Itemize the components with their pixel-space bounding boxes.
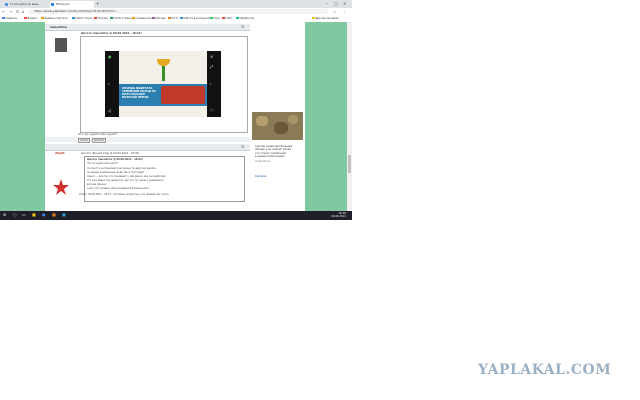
quote-line: Он просто не понимает как можно по-друго…: [87, 167, 156, 170]
taskbar: ⊞ ○ ▭ ■ ● ■ ■ 18:36 09.06.2021: [0, 211, 352, 220]
close-video-icon[interactable]: ×: [210, 54, 213, 59]
post-options-icon[interactable]: ⚙: [241, 24, 245, 29]
tab-golosuyte[interactable]: Голосуйте за ваш...: [4, 1, 48, 8]
star-bookmark-icon[interactable]: ☆: [333, 9, 337, 14]
trophy-icon: [157, 59, 170, 66]
reply-button[interactable]: Ответ: [78, 137, 91, 143]
post-options-icon[interactable]: ⚙: [241, 144, 245, 149]
minimize-icon[interactable]: –: [326, 1, 328, 6]
tab-strip: Голосуйте за ваш... ЯПлакал + – □ ×: [0, 0, 352, 8]
sidebar-link: Подробнее: [255, 159, 271, 163]
brand-logo-icon: ●: [108, 54, 112, 59]
red-star-avatar-icon: [53, 179, 69, 195]
quote-line: Цитата (nanodrive @ 09.06.2021 - 18:22): [87, 158, 143, 161]
maximize-icon[interactable]: □: [334, 1, 338, 6]
tab-label: Голосуйте за ваш...: [10, 2, 41, 6]
tab-label: ЯПлакал: [56, 2, 70, 6]
quote-line: всё как обычно: [87, 183, 107, 186]
bookmark-icon: [168, 16, 171, 20]
system-clock[interactable]: 18:36 09.06.2021: [331, 212, 346, 219]
file-explorer-icon[interactable]: ■: [32, 212, 36, 217]
prev-icon[interactable]: ‹: [108, 81, 110, 86]
menu-icon[interactable]: ⋮: [342, 9, 346, 14]
post-header: nanodrive ⚙: [45, 24, 250, 31]
video-frame: ХОЧЕШЬ ВЫИГРАТЬ СЕМЕЙНЫЙ ПОХОД НА МАТЧ Р…: [119, 51, 207, 117]
expand-icon[interactable]: ⤢: [210, 64, 213, 69]
search-icon[interactable]: ○: [13, 212, 17, 217]
tab-favicon-icon: [5, 3, 8, 6]
right-green-margin: [305, 22, 352, 211]
post-footer: Ответ Цитата: [45, 137, 250, 143]
page-content: nanodrive ⚙ Цитата (nanodrive @ 09.06.20…: [0, 22, 352, 211]
image-blob: [256, 116, 268, 126]
post-reply-text: Ответ: 09.06.2021 - 18:31 · Согласен пол…: [79, 193, 169, 196]
bookmark-icon: [72, 16, 75, 20]
post-author[interactable]: ZZpill: [55, 151, 65, 155]
sidebar-link-2[interactable]: Реклама: [255, 175, 303, 178]
post-header: ⚙: [45, 144, 250, 151]
video-player[interactable]: ХОЧЕШЬ ВЫИГРАТЬ СЕМЕЙНЫЙ ПОХОД НА МАТЧ Р…: [105, 51, 221, 117]
bookmark-icon: [152, 16, 155, 20]
forward-icon[interactable]: →: [9, 9, 12, 14]
bookmark-icon: [110, 16, 113, 20]
quote-line: Что он курил или курит?: [87, 162, 119, 165]
sidebar-ad-text[interactable]: Смотри новые футбольные обзоры уже сейча…: [255, 145, 303, 163]
image-blob: [274, 122, 288, 134]
reload-icon[interactable]: ↻: [16, 9, 19, 14]
home-icon[interactable]: ⌂: [22, 9, 25, 14]
next-icon[interactable]: ›: [210, 81, 212, 86]
post-caption: Что он курил или курит?: [78, 132, 118, 136]
quote-line: по-моему нормальные люди так и поступают: [87, 171, 145, 174]
bookmark-icon: [94, 16, 97, 20]
chrome-icon[interactable]: ●: [42, 212, 46, 217]
app-icon[interactable]: ■: [62, 212, 66, 217]
quote-line: это уже давно так делается, так что тут …: [87, 179, 164, 182]
quote-line: смысл — для тех кто понимает о чём речь …: [87, 175, 166, 178]
bookmark-icon: [132, 16, 135, 20]
quote-header: Цитата (nanodrive @ 09.06.2021 - 18:22): [81, 32, 142, 35]
close-icon[interactable]: ×: [343, 1, 346, 6]
quote-header: Цитата (Рыжий заяц @ 09.06.2021 - 18:30): [81, 152, 140, 155]
bookmark-icon: [41, 16, 44, 20]
tab-yaplakal[interactable]: ЯПлакал: [50, 1, 94, 8]
left-green-margin: [0, 22, 45, 211]
sidebar-ad-image[interactable]: [252, 112, 303, 140]
ad-banner[interactable]: ХОЧЕШЬ ВЫИГРАТЬ СЕМЕЙНЫЙ ПОХОД НА МАТЧ Р…: [119, 84, 207, 106]
volume-icon[interactable]: ◁: [108, 108, 111, 113]
avatar: [55, 38, 67, 52]
back-icon[interactable]: ←: [2, 9, 5, 14]
bookmark-icon: [222, 16, 225, 20]
task-view-icon[interactable]: ▭: [22, 212, 26, 217]
screenshot: Голосуйте за ваш... ЯПлакал + – □ × ← → …: [0, 0, 352, 220]
post-author[interactable]: nanodrive: [50, 25, 67, 29]
app-icon[interactable]: ■: [52, 212, 56, 217]
image-blob: [288, 115, 298, 124]
quote-line: а вот этот момент мне понравился больше …: [87, 187, 150, 190]
players-image: [161, 86, 205, 104]
bookmark-icon: [210, 16, 213, 20]
bookmark-icon: [180, 16, 183, 20]
bookmark-icon: [2, 16, 5, 20]
bookmark-icon: [236, 16, 239, 20]
bookmark-icon: [312, 16, 315, 20]
url-input[interactable]: https://www.yaplakal.com/forum2/topic213…: [28, 9, 328, 14]
tab-favicon-icon: [51, 3, 54, 6]
watermark-logo: YAPLAKAL.COM: [478, 362, 612, 378]
new-tab-icon[interactable]: +: [96, 1, 99, 6]
bookmark-icon: [24, 16, 27, 20]
like-icon[interactable]: ♡: [210, 108, 214, 113]
scrollbar-thumb[interactable]: [348, 155, 351, 173]
quote-button[interactable]: Цитата: [92, 137, 106, 143]
windows-start-icon[interactable]: ⊞: [3, 212, 6, 217]
ad-text: ХОЧЕШЬ ВЫИГРАТЬ СЕМЕЙНЫЙ ПОХОД НА МАТЧ Р…: [122, 87, 157, 99]
page-scrollbar[interactable]: [347, 22, 352, 211]
